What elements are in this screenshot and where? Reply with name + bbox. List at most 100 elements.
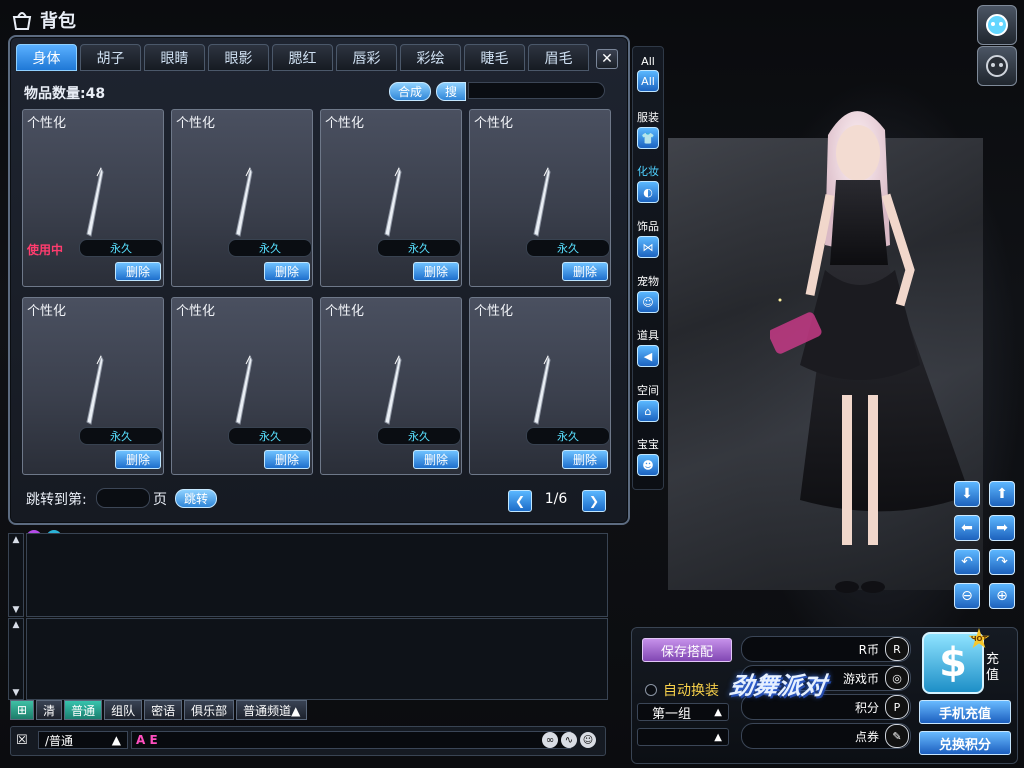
scroll-down-icon[interactable]: ▼ (9, 687, 23, 699)
next-page-button[interactable]: ❯ (582, 490, 606, 512)
auto-dress-radio[interactable] (645, 684, 657, 696)
move-left-button[interactable]: ⬅ (954, 515, 980, 541)
tab-4[interactable]: 腮红 (272, 44, 333, 71)
currency-row: 点券 ✎ (741, 723, 911, 749)
item-card[interactable]: 个性化 永久 删除 (469, 297, 611, 475)
page-number-input[interactable] (96, 488, 150, 508)
category-3[interactable]: 饰品 ⋈ (633, 218, 663, 258)
category-2[interactable]: 化妆 ◐ (633, 163, 663, 203)
category-label: 宝宝 (637, 438, 659, 451)
window-title: 背包 (40, 11, 76, 32)
smiley-icon[interactable]: ☺ (580, 732, 596, 748)
chat-input[interactable]: A E (131, 731, 571, 749)
chevron-left-icon: ❮ (514, 494, 526, 508)
category-0[interactable]: All All (633, 55, 663, 92)
item-stick-icon (533, 166, 551, 237)
item-card[interactable]: 个性化 永久 删除 (171, 297, 313, 475)
robot-icon-button[interactable] (977, 5, 1017, 45)
mobile-recharge-button[interactable]: 手机充值 (919, 700, 1011, 724)
move-up-button[interactable]: ⬆ (989, 481, 1015, 507)
wave-icon[interactable]: ∿ (561, 732, 577, 748)
recharge-button[interactable]: $ (922, 632, 984, 694)
tab-8[interactable]: 眉毛 (528, 44, 589, 71)
item-duration: 永久 (79, 427, 163, 445)
bag-icon (12, 12, 32, 30)
zoom-in-button[interactable]: ⊕ (989, 583, 1015, 609)
item-card[interactable]: 个性化 永久 删除 (320, 297, 462, 475)
tab-3[interactable]: 眼影 (208, 44, 269, 71)
item-stick-icon (86, 166, 104, 237)
move-right-button[interactable]: ➡ (989, 515, 1015, 541)
zoom-out-button[interactable]: ⊖ (954, 583, 980, 609)
redeem-points-button[interactable]: 兑换积分 (919, 731, 1011, 755)
channel-select[interactable]: /普通 ▲ (38, 731, 128, 749)
category-4[interactable]: 宠物 ☺ (633, 273, 663, 313)
shirt-icon: 👕 (637, 127, 659, 149)
points-icon: P (885, 695, 909, 719)
tab-5[interactable]: 唇彩 (336, 44, 397, 71)
scroll-down-icon[interactable]: ▼ (9, 604, 23, 616)
delete-button[interactable]: 删除 (562, 262, 608, 281)
gamecoin-icon: ◎ (885, 666, 909, 690)
save-outfit-button[interactable]: 保存搭配 (642, 638, 732, 662)
chat-tab-4[interactable]: 俱乐部 (184, 700, 235, 720)
item-card[interactable]: 个性化 永久 删除 (469, 109, 611, 287)
channel-dropdown-icon: ▲ (111, 733, 121, 747)
outfit-subgroup-select[interactable]: ▲ (637, 728, 729, 746)
outfit-group-select[interactable]: 第一组 ▲ (637, 703, 729, 722)
item-label: 个性化 (27, 116, 67, 131)
delete-button[interactable]: 删除 (115, 450, 161, 469)
combine-button[interactable]: 合成 (389, 82, 432, 101)
chat-lock-icon[interactable]: ⊞ (10, 700, 35, 720)
search-input[interactable] (468, 82, 605, 99)
mask-icon-button[interactable] (977, 46, 1017, 86)
pet-icon: ☺ (637, 291, 659, 313)
category-1[interactable]: 服装 👕 (633, 109, 663, 149)
category-6[interactable]: 空间 ⌂ (633, 382, 663, 422)
item-card[interactable]: 个性化 使用中 永久 删除 (22, 109, 164, 287)
chat-tab-1[interactable]: 普通 (64, 700, 103, 720)
delete-button[interactable]: 删除 (115, 262, 161, 281)
item-grid: 个性化 使用中 永久 删除 个性化 永久 删除 个性化 永久 删除 个性化 永久 删除 个性化 永久 删除 个性… (22, 109, 612, 475)
delete-button[interactable]: 删除 (562, 450, 608, 469)
search-button[interactable]: 搜 (436, 82, 467, 101)
speech-bubble-icon[interactable]: ∞ (542, 732, 558, 748)
category-7[interactable]: 宝宝 ☻ (633, 436, 663, 476)
jump-button[interactable]: 跳转 (175, 489, 218, 508)
item-card[interactable]: 个性化 永久 删除 (22, 297, 164, 475)
chat-tab-0[interactable]: 清 (36, 700, 63, 720)
chat-scrollbar-bottom[interactable]: ▲ ▼ (8, 618, 24, 700)
tab-1[interactable]: 胡子 (80, 44, 141, 71)
category-column: All All 服装 👕 化妆 ◐ 饰品 ⋈ 宠物 ☺ 道具 ◀ 空间 ⌂ 宝宝 ☻ (632, 46, 664, 490)
scroll-up-icon[interactable]: ▲ (9, 534, 23, 546)
move-down-button[interactable]: ⬇ (954, 481, 980, 507)
item-card[interactable]: 个性化 永久 删除 (320, 109, 462, 287)
delete-button[interactable]: 删除 (413, 262, 459, 281)
item-label: 个性化 (325, 304, 365, 319)
delete-button[interactable]: 删除 (264, 450, 310, 469)
tab-7[interactable]: 睫毛 (464, 44, 525, 71)
rotate-left-button[interactable]: ↶ (954, 549, 980, 575)
tab-0[interactable]: 身体 (16, 44, 77, 71)
chat-close-icon[interactable]: ☒ (16, 733, 28, 748)
item-card[interactable]: 个性化 永久 删除 (171, 109, 313, 287)
chat-tab-3[interactable]: 密语 (144, 700, 183, 720)
item-label: 个性化 (325, 116, 365, 131)
auto-dress-option[interactable]: 自动换装 (645, 680, 719, 700)
voucher-icon: ✎ (885, 724, 909, 748)
tab-2[interactable]: 眼睛 (144, 44, 205, 71)
chat-scrollbar-top[interactable]: ▲ ▼ (8, 533, 24, 617)
scroll-up-icon[interactable]: ▲ (9, 619, 23, 631)
chevron-right-icon: ❯ (588, 494, 600, 508)
delete-button[interactable]: 删除 (264, 262, 310, 281)
close-button[interactable]: ✕ (596, 49, 618, 69)
chat-tab-5[interactable]: 普通频道▲ (236, 700, 308, 720)
delete-button[interactable]: 删除 (413, 450, 459, 469)
prev-page-button[interactable]: ❮ (508, 490, 532, 512)
chat-tab-2[interactable]: 组队 (104, 700, 143, 720)
game-logo: 劲舞派对 (728, 666, 829, 701)
category-5[interactable]: 道具 ◀ (633, 327, 663, 367)
tab-6[interactable]: 彩绘 (400, 44, 461, 71)
recharge-label: 充值 (986, 652, 1000, 683)
rotate-right-button[interactable]: ↷ (989, 549, 1015, 575)
